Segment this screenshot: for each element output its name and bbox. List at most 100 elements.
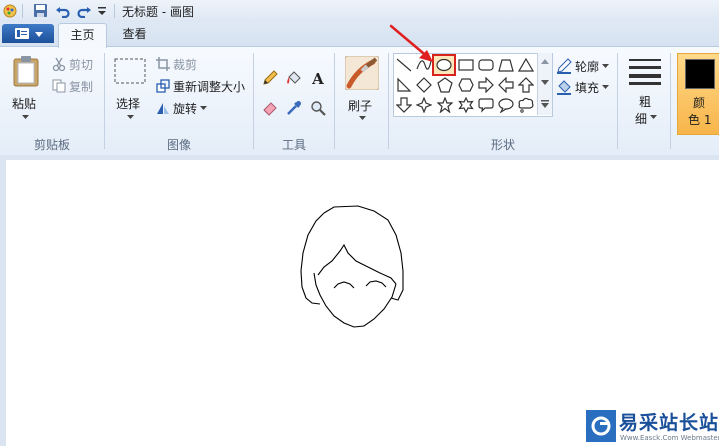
down-arrow-icon [396, 96, 412, 113]
magnifier-icon [311, 101, 326, 116]
brush-icon [345, 56, 379, 90]
pencil-tool[interactable] [259, 67, 281, 89]
pentagon-icon [437, 76, 453, 93]
cloud-callout-icon [518, 97, 534, 113]
fill-button[interactable]: 填充 [556, 78, 610, 96]
shape-pentagon[interactable] [435, 75, 455, 94]
select-label: 选择 [116, 97, 141, 111]
face-drawing [300, 205, 404, 328]
shape-right-triangle[interactable] [394, 75, 414, 94]
resize-icon [156, 79, 170, 93]
paint-bucket-icon [287, 71, 301, 84]
watermark: 易采站长站 Www.Easck.Com Webmaster [586, 408, 719, 446]
chevron-down-icon [127, 115, 134, 119]
window-title: 无标题 - 画图 [122, 5, 194, 19]
chevron-down-icon [602, 64, 610, 68]
brushes-button[interactable]: 刷子 [340, 53, 384, 127]
paint-app-icon[interactable] [2, 3, 18, 19]
shape-cloud-callout[interactable] [516, 95, 536, 114]
color1-label-bottom: 色 1 [688, 113, 712, 127]
group-label-shapes: 形状 [490, 138, 515, 152]
crop-icon [156, 57, 170, 71]
color1-swatch [685, 59, 715, 89]
drawing-canvas[interactable] [6, 160, 719, 446]
copy-icon [52, 79, 66, 93]
shape-triangle[interactable] [516, 55, 536, 74]
resize-button[interactable]: 重新调整大小 [156, 77, 245, 95]
right-arrow-icon [478, 76, 494, 93]
clipboard-icon [13, 56, 39, 87]
shape-rounded-callout[interactable] [476, 95, 496, 114]
shape-five-point-star[interactable] [435, 95, 455, 114]
save-icon[interactable] [33, 3, 48, 18]
rotate-label: 旋转 [173, 101, 198, 116]
outline-label: 轮廓 [575, 59, 600, 74]
shape-diamond[interactable] [414, 75, 434, 94]
resize-label: 重新调整大小 [173, 79, 246, 94]
shape-rectangle[interactable] [456, 55, 476, 74]
shape-hexagon[interactable] [456, 75, 476, 94]
shape-right-arrow[interactable] [476, 75, 496, 94]
paint-menu-button[interactable] [2, 24, 54, 43]
group-divider [334, 53, 335, 149]
tab-home[interactable]: 主页 [58, 23, 107, 48]
svg-text:A: A [311, 70, 324, 86]
shape-six-point-star[interactable] [456, 95, 476, 114]
scissors-icon [52, 57, 66, 71]
cut-label: 剪切 [69, 57, 94, 72]
fill-bucket-icon [557, 80, 571, 95]
cut-button[interactable]: 剪切 [52, 55, 93, 73]
size-button[interactable]: 粗 细 [622, 53, 668, 133]
watermark-subtext: Www.Easck.Com Webmaster [620, 434, 719, 442]
line-width-icon [629, 59, 661, 85]
scroll-down-icon[interactable] [541, 80, 549, 85]
redo-icon[interactable] [77, 3, 92, 18]
paste-label: 粘贴 [12, 97, 37, 111]
chevron-down-icon [35, 32, 43, 37]
title-bar: 无标题 - 画图 [0, 0, 719, 23]
tab-view[interactable]: 查看 [112, 23, 157, 46]
undo-icon[interactable] [55, 3, 70, 18]
copy-button[interactable]: 复制 [52, 77, 93, 95]
fill-tool[interactable] [283, 67, 305, 89]
group-divider [388, 53, 389, 149]
shape-four-point-star[interactable] [414, 95, 434, 114]
shape-oval-callout[interactable] [496, 95, 516, 114]
group-label-tools: 工具 [281, 138, 306, 152]
rectangle-icon [458, 58, 474, 71]
fill-label: 填充 [575, 80, 600, 95]
chevron-down-icon [650, 115, 657, 119]
outline-button[interactable]: 轮廓 [556, 57, 610, 75]
rounded-rectangle-icon [478, 58, 494, 71]
shape-rounded-rectangle[interactable] [476, 55, 496, 74]
eyedropper-icon [287, 101, 301, 115]
scroll-up-icon[interactable] [541, 59, 549, 64]
paste-button[interactable]: 粘贴 [6, 53, 46, 127]
color-picker-tool[interactable] [283, 97, 305, 119]
shape-down-arrow[interactable] [394, 95, 414, 114]
canvas-area [0, 155, 719, 446]
group-label-image: 图像 [166, 138, 191, 152]
crop-button[interactable]: 裁剪 [156, 55, 197, 73]
shapes-gallery-scrollbar[interactable] [537, 53, 552, 115]
color1-button[interactable]: 颜 色 1 [677, 53, 719, 135]
text-tool[interactable]: A [307, 67, 329, 89]
customize-quick-access-icon[interactable] [97, 6, 112, 21]
select-button[interactable]: 选择 [110, 53, 150, 127]
shape-up-arrow[interactable] [516, 75, 536, 94]
shape-left-arrow[interactable] [496, 75, 516, 94]
text-icon: A [311, 70, 324, 86]
ribbon: 粘贴 剪切 复制 剪贴板 选择 裁剪 重新调整大小 旋转 图像 A 工具 刷子 … [0, 46, 719, 156]
selection-rectangle-icon [114, 58, 146, 84]
rotate-icon [157, 103, 169, 114]
up-arrow-icon [518, 76, 534, 93]
magnifier-tool[interactable] [307, 97, 329, 119]
expand-gallery-icon[interactable] [541, 100, 549, 108]
rotate-button[interactable]: 旋转 [156, 99, 208, 117]
menu-icon [15, 28, 29, 39]
four-point-star-icon [416, 96, 432, 113]
shape-polygon[interactable] [496, 55, 516, 74]
eraser-tool[interactable] [259, 97, 281, 119]
watermark-logo [586, 410, 616, 442]
brushes-label: 刷子 [348, 99, 373, 113]
